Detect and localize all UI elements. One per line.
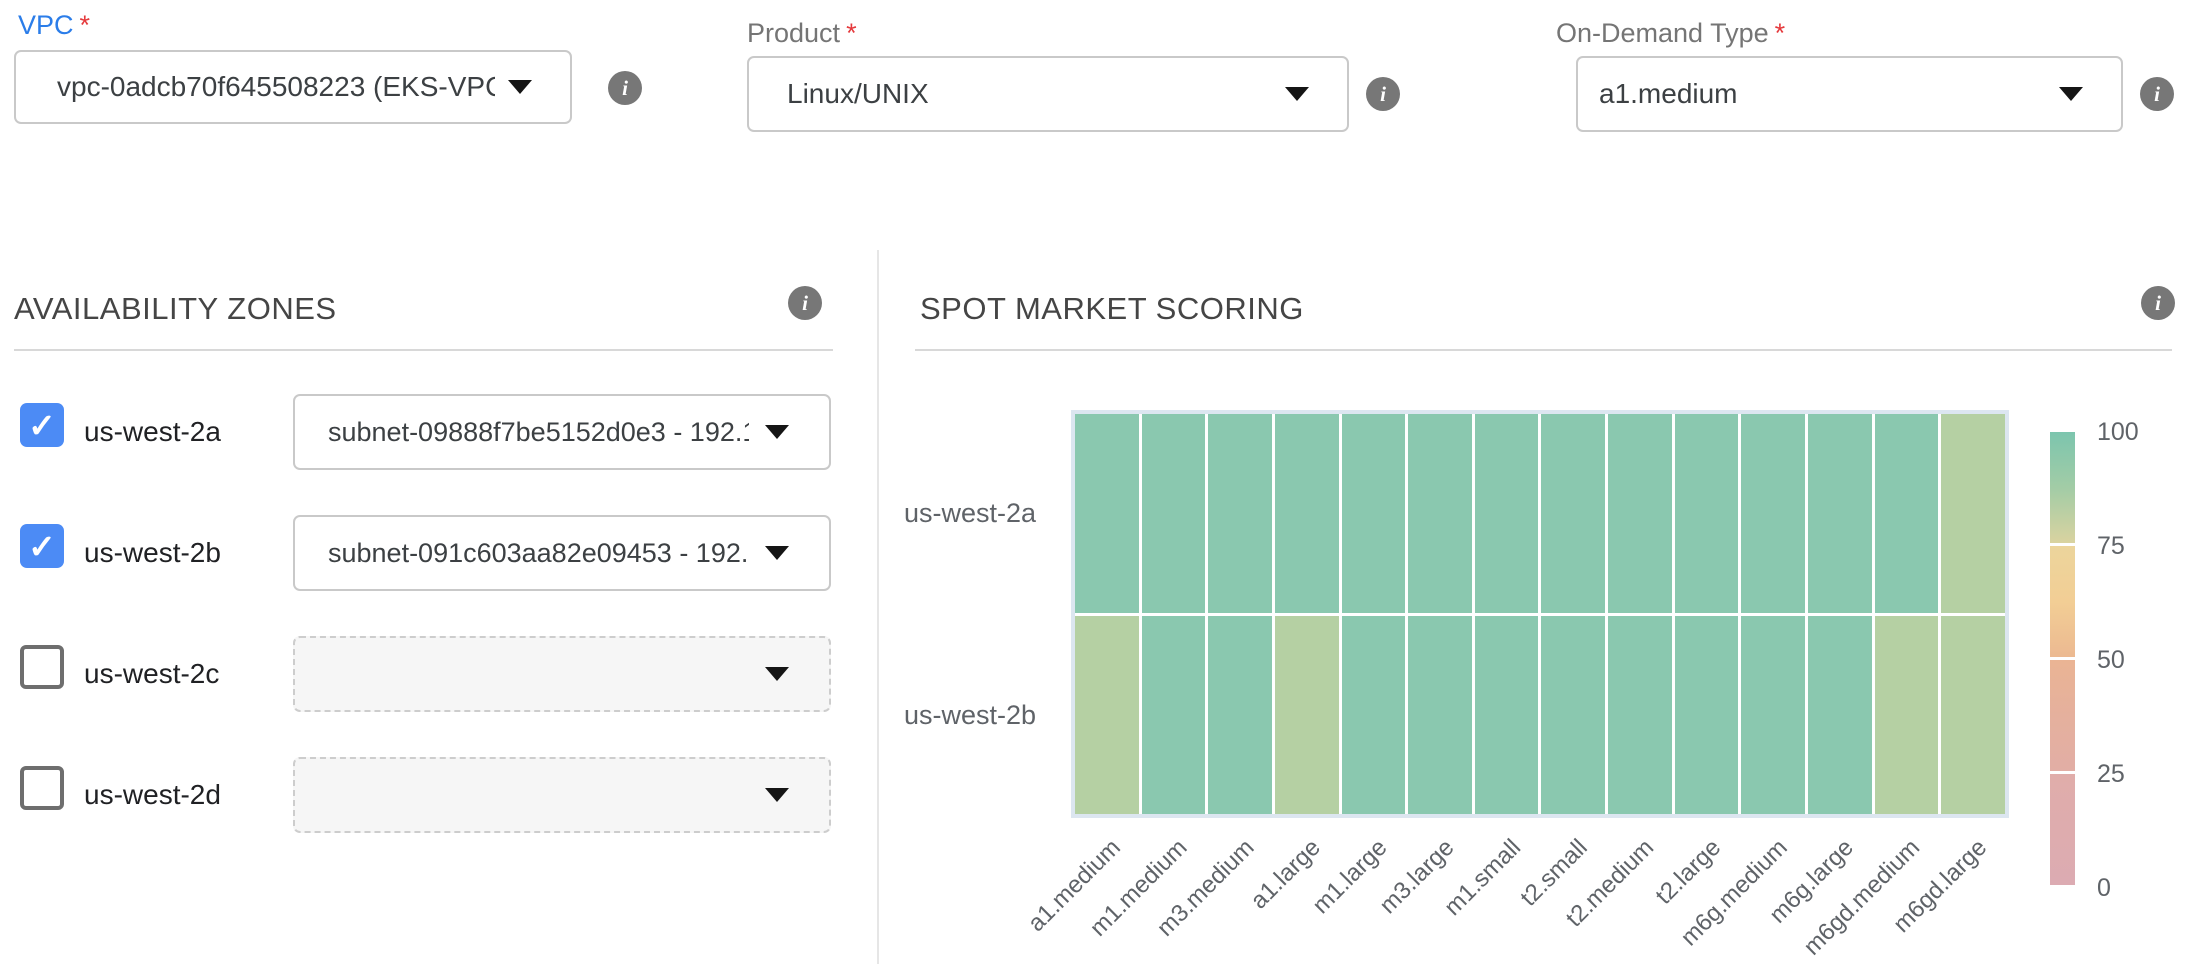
on-demand-type-label: On-Demand Type* [1556,18,1785,49]
heatmap-row-label: us-west-2b [904,698,1036,732]
heatmap-cell[interactable] [1142,414,1206,613]
heatmap-cell[interactable] [1208,414,1272,613]
heatmap-cell[interactable] [1475,616,1539,815]
section-divider [877,250,879,964]
az-checkbox[interactable]: ✓ [20,524,64,568]
required-asterisk: * [1775,18,1786,48]
heatmap-row-label: us-west-2a [904,496,1036,530]
heatmap-cell[interactable] [1142,616,1206,815]
heatmap-cell[interactable] [1408,414,1472,613]
colorbar-segment [2050,546,2075,657]
availability-zone-rows: ✓ us-west-2a subnet-09888f7be5152d0e3 - … [0,394,877,878]
az-row: ✓ us-west-2a subnet-09888f7be5152d0e3 - … [0,394,877,470]
availability-zones-title: AVAILABILITY ZONES [14,291,337,327]
availability-zones-underline [14,349,833,351]
heatmap-cell[interactable] [1675,414,1739,613]
product-select[interactable]: Linux/UNIX [747,56,1349,132]
vpc-info-icon[interactable]: i [608,71,642,105]
spot-score-heatmap [1071,410,2009,818]
subnet-select[interactable] [293,757,831,833]
heatmap-x-label: m6gd.medium [1799,834,1926,961]
heatmap-cell[interactable] [1741,616,1805,815]
az-zone-label: us-west-2b [84,515,221,591]
az-zone-label: us-west-2d [84,757,221,833]
chevron-down-icon [765,425,789,439]
required-asterisk: * [846,18,857,48]
heatmap-cell[interactable] [1275,616,1339,815]
vpc-select[interactable]: vpc-0adcb70f645508223 (EKS-VPC) [14,50,572,124]
product-label: Product* [747,18,857,49]
heatmap-cell[interactable] [1541,616,1605,815]
chevron-down-icon [765,667,789,681]
chevron-down-icon [765,546,789,560]
colorbar-tick-label: 100 [2097,417,2139,447]
chevron-down-icon [765,788,789,802]
subnet-select[interactable]: subnet-091c603aa82e09453 - 192.168… [293,515,831,591]
vpc-label-text: VPC [18,10,74,40]
heatmap-cell[interactable] [1875,414,1939,613]
chevron-down-icon [508,80,532,94]
spot-market-scoring-underline [915,349,2172,351]
heatmap-cell[interactable] [1941,414,2005,613]
heatmap-cell[interactable] [1541,414,1605,613]
colorbar-segment [2050,774,2075,885]
az-zone-label: us-west-2c [84,636,219,712]
heatmap-cell[interactable] [1608,616,1672,815]
subnet-select-value: subnet-091c603aa82e09453 - 192.168… [328,538,749,569]
heatmap-cell[interactable] [1408,616,1472,815]
heatmap-cell[interactable] [1208,616,1272,815]
availability-zones-info-icon[interactable]: i [788,286,822,320]
az-zone-label: us-west-2a [84,394,221,470]
checkmark-icon: ✓ [20,524,64,568]
checkmark-icon: ✓ [20,403,64,447]
on-demand-type-select[interactable]: a1.medium [1576,56,2123,132]
spot-configuration-page: VPC* vpc-0adcb70f645508223 (EKS-VPC) i P… [0,0,2196,964]
az-row: us-west-2c [0,636,877,712]
az-checkbox[interactable]: ✓ [20,403,64,447]
product-select-value: Linux/UNIX [787,78,929,110]
heatmap-cell[interactable] [1075,414,1139,613]
chevron-down-icon [2059,87,2083,101]
colorbar-tick-label: 25 [2097,759,2125,789]
subnet-select[interactable] [293,636,831,712]
colorbar-segment [2050,660,2075,771]
az-checkbox[interactable] [20,766,64,810]
required-asterisk: * [80,10,91,40]
az-checkbox[interactable] [20,645,64,689]
subnet-select[interactable]: subnet-09888f7be5152d0e3 - 192.168… [293,394,831,470]
heatmap-cell[interactable] [1675,616,1739,815]
checkmark-icon [24,649,60,685]
heatmap-colorbar [2050,432,2075,888]
subnet-select-value: subnet-09888f7be5152d0e3 - 192.168… [328,417,749,448]
heatmap-cell[interactable] [1475,414,1539,613]
heatmap-cell[interactable] [1608,414,1672,613]
heatmap-cell[interactable] [1275,414,1339,613]
heatmap-cell[interactable] [1075,616,1139,815]
heatmap-cell[interactable] [1741,414,1805,613]
product-label-text: Product [747,18,840,48]
on-demand-type-select-value: a1.medium [1599,78,1738,110]
on-demand-type-label-text: On-Demand Type [1556,18,1769,48]
product-info-icon[interactable]: i [1366,77,1400,111]
heatmap-cell[interactable] [1342,414,1406,613]
colorbar-tick-label: 75 [2097,531,2125,561]
vpc-select-value: vpc-0adcb70f645508223 (EKS-VPC) [57,71,495,103]
heatmap-cell[interactable] [1875,616,1939,815]
heatmap-cell[interactable] [1808,616,1872,815]
spot-market-scoring-title: SPOT MARKET SCORING [920,291,1304,327]
heatmap-cell[interactable] [1342,616,1406,815]
colorbar-segment [2050,432,2075,543]
az-row: us-west-2d [0,757,877,833]
on-demand-type-info-icon[interactable]: i [2140,77,2174,111]
colorbar-tick-label: 0 [2097,873,2111,903]
chevron-down-icon [1285,87,1309,101]
az-row: ✓ us-west-2b subnet-091c603aa82e09453 - … [0,515,877,591]
heatmap-cell[interactable] [1808,414,1872,613]
heatmap-cell[interactable] [1941,616,2005,815]
colorbar-tick-label: 50 [2097,645,2125,675]
vpc-label: VPC* [18,10,90,41]
spot-market-scoring-info-icon[interactable]: i [2141,286,2175,320]
checkmark-icon [24,770,60,806]
